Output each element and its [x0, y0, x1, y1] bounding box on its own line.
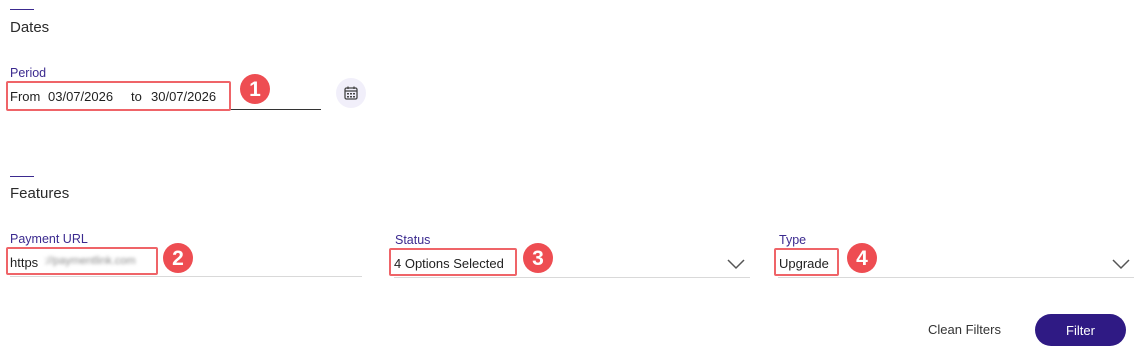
chevron-down-icon: [1112, 259, 1130, 270]
status-label: Status: [395, 233, 431, 247]
clean-filters-button[interactable]: Clean Filters: [928, 322, 1001, 337]
period-highlight-box: [6, 81, 231, 111]
annotation-badge-4: 4: [847, 243, 877, 273]
type-label: Type: [779, 233, 807, 247]
payment-url-underline: [10, 276, 362, 277]
status-underline: [394, 277, 750, 278]
dates-section-title: Dates: [10, 19, 50, 36]
payment-url-label: Payment URL: [10, 232, 88, 246]
type-underline: [778, 277, 1134, 278]
type-highlight-box: [774, 248, 839, 276]
chevron-down-icon: [727, 259, 745, 270]
status-highlight-box: [389, 248, 517, 276]
period-label: Period: [10, 66, 47, 80]
payment-url-highlight-box: [6, 247, 158, 275]
calendar-button[interactable]: [336, 78, 366, 108]
annotation-badge-3: 3: [523, 243, 553, 273]
filter-button[interactable]: Filter: [1035, 314, 1126, 346]
annotation-badge-2: 2: [163, 243, 193, 273]
annotation-badge-1: 1: [240, 74, 270, 104]
features-section-rule: [10, 176, 34, 177]
features-section-title: Features: [10, 185, 70, 202]
dates-section-rule: [10, 9, 34, 10]
period-underline: [230, 109, 321, 110]
calendar-icon: [344, 86, 358, 100]
